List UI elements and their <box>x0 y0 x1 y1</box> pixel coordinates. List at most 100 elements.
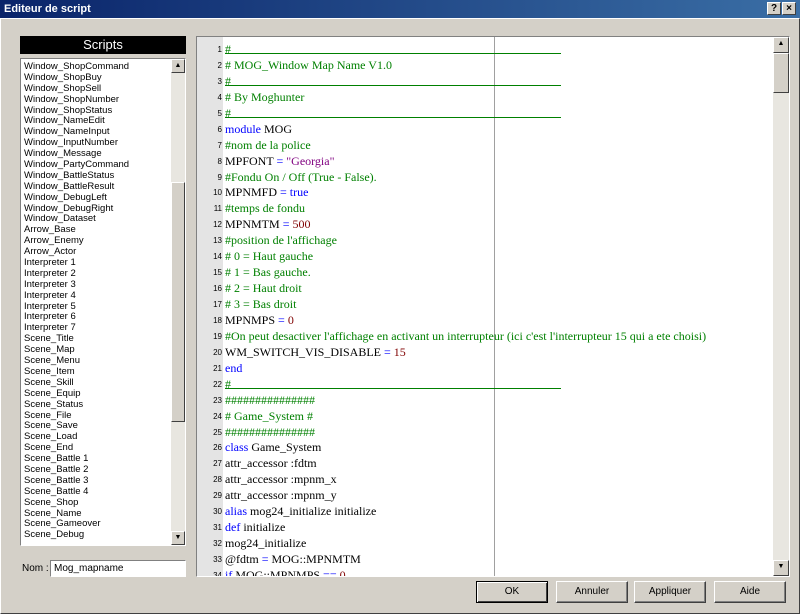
code-line[interactable]: 18 MPNMPS = 0 <box>197 312 773 328</box>
code-line[interactable]: 15 # 1 = Bas gauche. <box>197 264 773 280</box>
script-list-item[interactable]: Window_InputNumber <box>23 138 171 149</box>
script-list-item[interactable]: Scene_Status <box>23 400 171 411</box>
script-list-item[interactable]: Interpreter 6 <box>23 312 171 323</box>
nom-input[interactable]: Mog_mapname <box>50 560 186 577</box>
script-list-item[interactable]: Scene_Save <box>23 421 171 432</box>
code-line[interactable]: 32 mog24_initialize <box>197 535 773 551</box>
scroll-up-arrow-icon[interactable]: ▲ <box>171 59 185 73</box>
code-line[interactable]: 2 # MOG_Window Map Name V1.0 <box>197 57 773 73</box>
code-line[interactable]: 12 MPNMTM = 500 <box>197 216 773 232</box>
code-line[interactable]: 24 # Game_System # <box>197 408 773 424</box>
script-list-item[interactable]: Interpreter 4 <box>23 291 171 302</box>
script-list-item[interactable]: Scene_Battle 3 <box>23 476 171 487</box>
code-line[interactable]: 30 alias mog24_initialize initialize <box>197 503 773 519</box>
code-line[interactable]: 7 #nom de la police <box>197 137 773 153</box>
code-line[interactable]: 13 #position de l'affichage <box>197 232 773 248</box>
script-list-item[interactable]: Scene_Gameover <box>23 519 171 530</box>
script-list-item[interactable]: Arrow_Base <box>23 225 171 236</box>
script-list-item[interactable]: Scene_Title <box>23 334 171 345</box>
code-line[interactable]: 4 # By Moghunter <box>197 89 773 105</box>
script-list-item[interactable]: Window_BattleResult <box>23 182 171 193</box>
code-line[interactable]: 19 #On peut desactiver l'affichage en act… <box>197 328 773 344</box>
script-list-item[interactable]: Window_Message <box>23 149 171 160</box>
code-area[interactable]: 1 #2 # MOG_Window Map Name V1.0 3 #4 # By Mog… <box>197 41 773 576</box>
code-line[interactable]: 17 # 3 = Bas droit <box>197 296 773 312</box>
script-list-item[interactable]: Interpreter 7 <box>23 323 171 334</box>
code-line[interactable]: 6 module MOG <box>197 121 773 137</box>
script-list-item[interactable]: Window_DebugLeft <box>23 193 171 204</box>
code-line[interactable]: 27 attr_accessor :fdtm <box>197 455 773 471</box>
editor-scroll-thumb[interactable] <box>773 53 789 93</box>
code-line[interactable]: 28 attr_accessor :mpnm_x <box>197 471 773 487</box>
script-list-item[interactable]: Scene_Item <box>23 367 171 378</box>
editor-scrollbar[interactable]: ▲ ▼ <box>773 37 789 576</box>
code-line[interactable]: 25 ############### <box>197 424 773 440</box>
script-list-item[interactable]: Scene_Debug <box>23 530 171 541</box>
apply-button[interactable]: Appliquer <box>634 581 706 603</box>
ok-button[interactable]: OK <box>476 581 548 603</box>
editor-scroll-up-arrow-icon[interactable]: ▲ <box>773 37 789 53</box>
code-line[interactable]: 5 # <box>197 105 773 121</box>
script-list-item[interactable]: Window_ShopStatus <box>23 106 171 117</box>
script-list-item[interactable]: Window_PartyCommand <box>23 160 171 171</box>
script-list-item[interactable]: Window_NameEdit <box>23 116 171 127</box>
script-list-item[interactable]: Scene_Battle 1 <box>23 454 171 465</box>
code-token: #nom de la police <box>225 137 311 152</box>
script-list-item[interactable]: Scene_File <box>23 411 171 422</box>
cancel-button[interactable]: Annuler <box>556 581 628 603</box>
code-line[interactable]: 11 #temps de fondu <box>197 200 773 216</box>
code-line[interactable]: 20 WM_SWITCH_VIS_DISABLE = 15 <box>197 344 773 360</box>
script-list-item[interactable]: Window_ShopSell <box>23 84 171 95</box>
scripts-scrollbar[interactable]: ▲ ▼ <box>171 59 185 545</box>
code-line[interactable]: 31 def initialize <box>197 519 773 535</box>
code-line[interactable]: 34 if MOG::MPNMPS == 0 <box>197 567 773 576</box>
script-list-item[interactable]: Scene_End <box>23 443 171 454</box>
script-list-item[interactable]: Scene_Shop <box>23 498 171 509</box>
code-line[interactable]: 21 end <box>197 360 773 376</box>
script-list-item[interactable]: Scene_Equip <box>23 389 171 400</box>
close-title-button[interactable]: × <box>782 2 796 15</box>
help-button[interactable]: Aide <box>714 581 786 603</box>
code-line[interactable]: 14 # 0 = Haut gauche <box>197 248 773 264</box>
script-list-item[interactable]: Window_Dataset <box>23 214 171 225</box>
script-list-item[interactable]: Arrow_Actor <box>23 247 171 258</box>
code-line[interactable]: 1 # <box>197 41 773 57</box>
script-list-item[interactable]: Scene_Name <box>23 509 171 520</box>
line-text: MPNMTM = 500 <box>225 217 310 232</box>
scroll-down-arrow-icon[interactable]: ▼ <box>171 531 185 545</box>
code-line[interactable]: 8 MPFONT = "Georgia" <box>197 153 773 169</box>
script-list-item[interactable]: Interpreter 2 <box>23 269 171 280</box>
help-title-button[interactable]: ? <box>767 2 781 15</box>
code-line[interactable]: 22 # <box>197 376 773 392</box>
script-list-item[interactable]: Window_DebugRight <box>23 204 171 215</box>
script-list-item[interactable]: Window_ShopCommand <box>23 62 171 73</box>
scripts-scroll-thumb[interactable] <box>171 182 185 422</box>
code-line[interactable]: 33 @fdtm = MOG::MPNMTM <box>197 551 773 567</box>
code-line[interactable]: 26 class Game_System <box>197 439 773 455</box>
script-list-item[interactable]: Scene_Load <box>23 432 171 443</box>
script-list-item[interactable]: Interpreter 3 <box>23 280 171 291</box>
editor-scroll-down-arrow-icon[interactable]: ▼ <box>773 560 789 576</box>
code-line[interactable]: 10 MPNMFD = true <box>197 184 773 200</box>
script-list-item[interactable]: Arrow_Enemy <box>23 236 171 247</box>
line-number: 15 <box>213 268 222 278</box>
code-line[interactable]: 9 #Fondu On / Off (True - False). <box>197 169 773 185</box>
script-list-item[interactable]: Interpreter 5 <box>23 302 171 313</box>
script-list-item[interactable]: Window_ShopNumber <box>23 95 171 106</box>
script-editor[interactable]: 1 #2 # MOG_Window Map Name V1.0 3 #4 # By Mog… <box>196 36 790 577</box>
code-line[interactable]: 29 attr_accessor :mpnm_y <box>197 487 773 503</box>
script-list-item[interactable]: Window_ShopBuy <box>23 73 171 84</box>
script-list-item[interactable]: Scene_Menu <box>23 356 171 367</box>
script-list-item[interactable]: Scene_Map <box>23 345 171 356</box>
script-list-item[interactable]: Scene_Skill <box>23 378 171 389</box>
script-list-item[interactable]: Window_BattleStatus <box>23 171 171 182</box>
script-list-item[interactable]: Interpreter 1 <box>23 258 171 269</box>
script-list-item[interactable]: Scene_Battle 4 <box>23 487 171 498</box>
script-list-item[interactable]: Window_NameInput <box>23 127 171 138</box>
code-line[interactable]: 3 # <box>197 73 773 89</box>
line-number: 10 <box>213 188 222 198</box>
script-list-item[interactable]: Scene_Battle 2 <box>23 465 171 476</box>
code-line[interactable]: 16 # 2 = Haut droit <box>197 280 773 296</box>
code-line[interactable]: 23 ############### <box>197 392 773 408</box>
scripts-list[interactable]: Window_ShopCommand Window_ShopBuy Window_S… <box>20 58 186 546</box>
